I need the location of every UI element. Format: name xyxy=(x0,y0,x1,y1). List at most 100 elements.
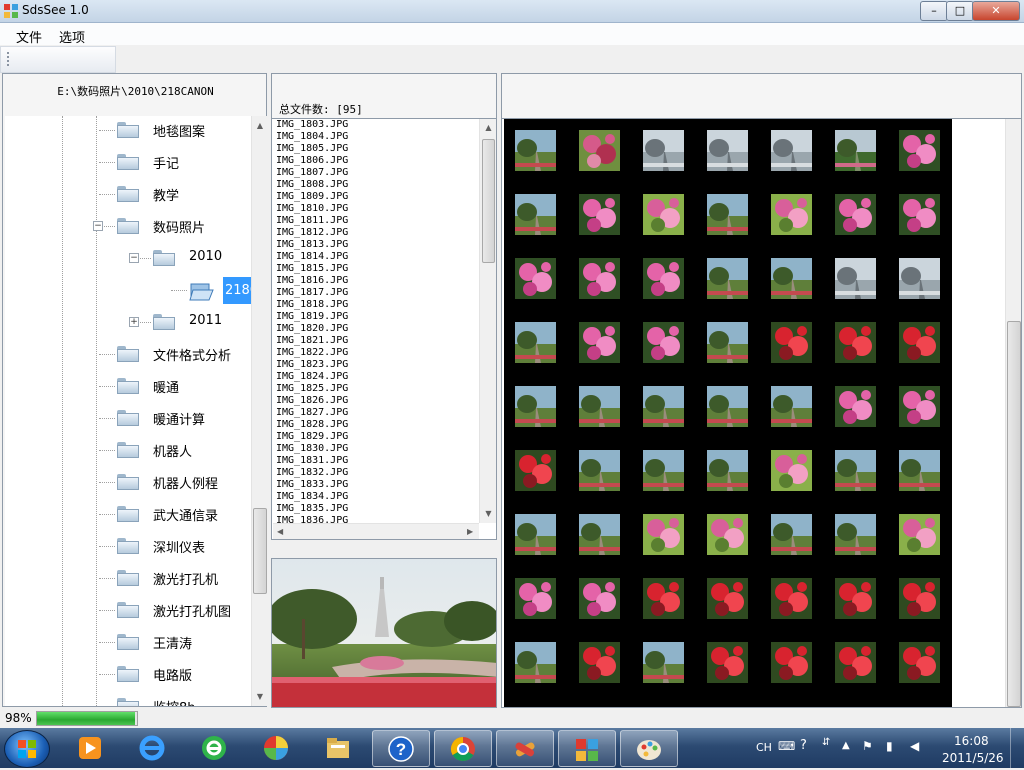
scroll-left-icon[interactable]: ◀ xyxy=(277,527,283,536)
file-item[interactable]: IMG_1825.JPG xyxy=(276,383,348,395)
file-item[interactable]: IMG_1819.JPG xyxy=(276,311,348,323)
thumbnail[interactable] xyxy=(643,578,684,619)
keyboard-icon[interactable]: ⌨ xyxy=(778,739,795,753)
thumbnail[interactable] xyxy=(835,450,876,491)
expand-icon[interactable]: + xyxy=(129,317,139,327)
color-wheel-icon[interactable] xyxy=(248,730,304,765)
thumbnail[interactable] xyxy=(899,322,940,363)
thumbnail[interactable] xyxy=(515,194,556,235)
thumbnail[interactable] xyxy=(771,386,812,427)
file-item[interactable]: IMG_1823.JPG xyxy=(276,359,348,371)
file-item[interactable]: IMG_1816.JPG xyxy=(276,275,348,287)
file-item[interactable]: IMG_1806.JPG xyxy=(276,155,348,167)
scroll-up-icon[interactable]: ▲ xyxy=(252,121,268,130)
thumbnail[interactable] xyxy=(899,386,940,427)
thumbnail[interactable] xyxy=(579,194,620,235)
thumbnail[interactable] xyxy=(515,130,556,171)
thumbnail[interactable] xyxy=(771,450,812,491)
toolbar-grip[interactable] xyxy=(7,52,11,66)
tools-icon[interactable] xyxy=(496,730,554,767)
thumbnail[interactable] xyxy=(515,322,556,363)
scroll-down-icon[interactable]: ▼ xyxy=(480,509,496,518)
maximize-button[interactable]: □ xyxy=(946,1,974,21)
thumbnail[interactable] xyxy=(899,514,940,555)
thumbnail[interactable] xyxy=(899,130,940,171)
thumbnail[interactable] xyxy=(771,194,812,235)
file-item[interactable]: IMG_1814.JPG xyxy=(276,251,348,263)
thumbnail[interactable] xyxy=(515,258,556,299)
clock-date[interactable]: 2011/5/26 xyxy=(942,751,1004,765)
file-item[interactable]: IMG_1817.JPG xyxy=(276,287,348,299)
thumbnail[interactable] xyxy=(579,578,620,619)
volume-icon[interactable]: ◀ xyxy=(910,739,919,753)
thumbnail[interactable] xyxy=(899,258,940,299)
help-tray-icon[interactable]: ? xyxy=(800,738,807,753)
file-item[interactable]: IMG_1828.JPG xyxy=(276,419,348,431)
thumbnail[interactable] xyxy=(707,514,748,555)
clock-time[interactable]: 16:08 xyxy=(954,734,989,748)
thumbnail-scrollbar[interactable] xyxy=(1005,119,1021,707)
thumbnail[interactable] xyxy=(835,194,876,235)
file-list-scrollbar[interactable]: ▲ ▼ xyxy=(479,119,496,523)
file-list-hscrollbar[interactable]: ◀ ▶ xyxy=(273,523,479,539)
media-player-icon[interactable] xyxy=(62,730,118,765)
file-item[interactable]: IMG_1808.JPG xyxy=(276,179,348,191)
file-item[interactable]: IMG_1833.JPG xyxy=(276,479,348,491)
thumbnail[interactable] xyxy=(707,642,748,683)
file-item[interactable]: IMG_1815.JPG xyxy=(276,263,348,275)
file-item[interactable]: IMG_1812.JPG xyxy=(276,227,348,239)
thumbnail[interactable] xyxy=(643,386,684,427)
file-item[interactable]: IMG_1830.JPG xyxy=(276,443,348,455)
thumbnail[interactable] xyxy=(579,514,620,555)
thumbnail[interactable] xyxy=(835,130,876,171)
thumbnail[interactable] xyxy=(835,386,876,427)
thumbnail[interactable] xyxy=(643,194,684,235)
thumbnail[interactable] xyxy=(899,194,940,235)
thumbnail[interactable] xyxy=(707,578,748,619)
collapse-icon[interactable]: − xyxy=(129,253,139,263)
thumbnail[interactable] xyxy=(771,258,812,299)
file-list[interactable]: IMG_1803.JPG IMG_1804.JPG IMG_1805.JPG IMG_… xyxy=(271,118,497,540)
ime-options-icon[interactable]: ⇵ xyxy=(822,737,830,748)
file-item[interactable]: IMG_1805.JPG xyxy=(276,143,348,155)
thumbnail[interactable] xyxy=(515,386,556,427)
thumbnail[interactable] xyxy=(515,578,556,619)
file-item[interactable]: IMG_1818.JPG xyxy=(276,299,348,311)
thumbnail[interactable] xyxy=(579,322,620,363)
show-desktop-button[interactable] xyxy=(1010,728,1024,768)
thumbnail[interactable] xyxy=(835,258,876,299)
thumbnail[interactable] xyxy=(707,322,748,363)
thumbnail[interactable] xyxy=(899,450,940,491)
scroll-right-icon[interactable]: ▶ xyxy=(467,527,473,536)
thumbnail-scroll-thumb[interactable] xyxy=(1007,321,1021,707)
thumbnail[interactable] xyxy=(707,194,748,235)
thumbnail[interactable] xyxy=(579,386,620,427)
file-item[interactable]: IMG_1809.JPG xyxy=(276,191,348,203)
tree-scrollbar[interactable]: ▲ ▼ xyxy=(251,116,268,706)
file-item[interactable]: IMG_1832.JPG xyxy=(276,467,348,479)
thumbnail[interactable] xyxy=(707,386,748,427)
file-item[interactable]: IMG_1811.JPG xyxy=(276,215,348,227)
menu-options[interactable]: 选项 xyxy=(59,27,85,46)
thumbnail[interactable] xyxy=(643,642,684,683)
file-item[interactable]: IMG_1831.JPG xyxy=(276,455,348,467)
thumbnail[interactable] xyxy=(515,642,556,683)
file-item[interactable]: IMG_1804.JPG xyxy=(276,131,348,143)
thumbnail[interactable] xyxy=(707,258,748,299)
thumbnail[interactable] xyxy=(579,642,620,683)
file-item[interactable]: IMG_1826.JPG xyxy=(276,395,348,407)
thumbnail[interactable] xyxy=(707,130,748,171)
scroll-up-icon[interactable]: ▲ xyxy=(480,123,496,132)
scroll-down-icon[interactable]: ▼ xyxy=(252,692,268,701)
tree-scroll-thumb[interactable] xyxy=(253,508,267,594)
thumbnail[interactable] xyxy=(771,642,812,683)
thumbnail[interactable] xyxy=(579,450,620,491)
thumbnail[interactable] xyxy=(771,514,812,555)
file-explorer-icon[interactable] xyxy=(310,730,366,765)
network-icon[interactable]: ▮ xyxy=(886,739,893,753)
show-hidden-icons[interactable]: ▲ xyxy=(842,740,850,751)
file-item[interactable]: IMG_1807.JPG xyxy=(276,167,348,179)
file-item[interactable]: IMG_1829.JPG xyxy=(276,431,348,443)
browser-e-icon[interactable] xyxy=(186,730,242,765)
thumbnail[interactable] xyxy=(835,322,876,363)
